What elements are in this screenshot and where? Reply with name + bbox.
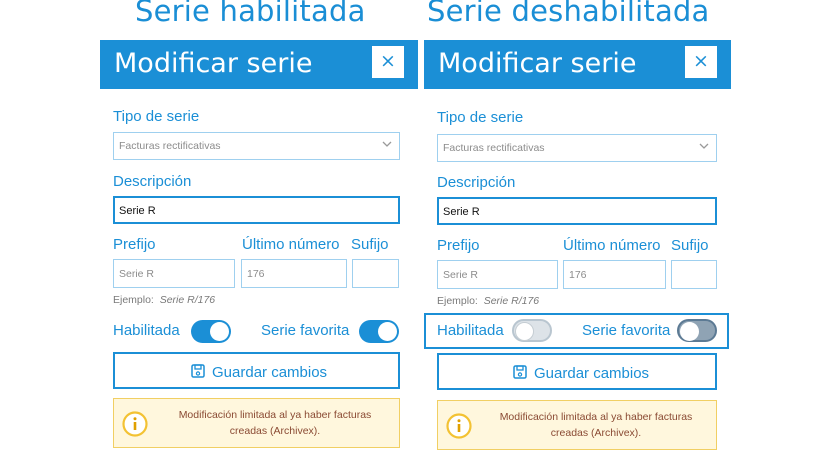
alert-text: Modificación limitada al ya haber factur… <box>178 409 372 437</box>
toggle-knob <box>210 322 229 341</box>
tipo-select-value: Facturas rectificativas <box>443 142 545 154</box>
save-button-label: Guardar cambios <box>534 365 650 382</box>
habilitada-label: Habilitada <box>437 322 504 339</box>
chevron-down-icon <box>699 143 709 149</box>
close-icon: × <box>380 50 396 72</box>
favorita-toggle[interactable] <box>359 320 399 343</box>
descripcion-value: Serie R <box>443 206 480 218</box>
example-value: Serie R/176 <box>159 294 216 306</box>
info-icon <box>122 411 148 437</box>
habilitada-toggle[interactable] <box>512 319 552 342</box>
favorita-label: Serie favorita <box>261 322 350 339</box>
descripcion-label: Descripción <box>437 174 516 191</box>
descripcion-input[interactable]: Serie R <box>437 197 717 225</box>
toggle-knob <box>515 322 534 341</box>
save-icon <box>191 364 205 378</box>
habilitada-label: Habilitada <box>113 322 180 339</box>
example-value: Serie R/176 <box>483 295 540 307</box>
prefijo-label: Prefijo <box>113 236 156 253</box>
example-text: Ejemplo: Serie R/176 <box>437 295 539 307</box>
tipo-select-value: Facturas rectificativas <box>119 140 221 152</box>
ultimo-numero-input[interactable]: 176 <box>563 260 666 289</box>
favorita-toggle[interactable] <box>677 319 717 342</box>
close-button[interactable]: × <box>372 46 404 78</box>
chevron-down-icon <box>382 141 392 147</box>
toggle-knob <box>680 322 699 341</box>
ultimo-numero-label: Último número <box>242 236 340 253</box>
favorita-label: Serie favorita <box>582 322 671 339</box>
tipo-select[interactable]: Facturas rectificativas <box>437 134 717 162</box>
example-text: Ejemplo: Serie R/176 <box>113 294 215 306</box>
save-icon <box>513 365 527 379</box>
sufijo-label: Sufijo <box>351 236 389 253</box>
alert-text: Modificación limitada al ya haber factur… <box>499 411 693 439</box>
ultimo-numero-value: 176 <box>569 269 587 281</box>
sufijo-input[interactable] <box>352 259 399 288</box>
ultimo-numero-label: Último número <box>563 237 661 254</box>
toggle-knob <box>378 322 397 341</box>
ultimo-numero-value: 176 <box>247 268 265 280</box>
toggle-row: Habilitada Serie favorita <box>100 316 418 348</box>
dialog-enabled: Modificar serie × Tipo de serie Facturas… <box>100 40 418 460</box>
example-prefix: Ejemplo: <box>113 294 154 306</box>
prefijo-value: Serie R <box>443 269 479 281</box>
heading-disabled: Serie deshabilitada <box>427 0 710 28</box>
descripcion-label: Descripción <box>113 173 192 190</box>
warning-alert: Modificación limitada al ya haber factur… <box>437 400 717 450</box>
dialog-header: Modificar serie × <box>424 40 731 89</box>
tipo-label: Tipo de serie <box>113 108 200 125</box>
info-icon <box>446 413 472 439</box>
dialog-disabled: Modificar serie × Tipo de serie Facturas… <box>424 40 731 460</box>
sufijo-label: Sufijo <box>671 237 709 254</box>
ultimo-numero-input[interactable]: 176 <box>241 259 347 288</box>
sufijo-input[interactable] <box>671 260 717 289</box>
dialog-title: Modificar serie <box>114 48 313 79</box>
toggle-row: Habilitada Serie favorita <box>424 313 742 349</box>
tipo-label: Tipo de serie <box>437 109 524 126</box>
warning-alert: Modificación limitada al ya haber factur… <box>113 398 400 448</box>
prefijo-input[interactable]: Serie R <box>113 259 235 288</box>
example-prefix: Ejemplo: <box>437 295 478 307</box>
tipo-select[interactable]: Facturas rectificativas <box>113 132 400 160</box>
save-button-label: Guardar cambios <box>212 364 328 381</box>
save-button[interactable]: Guardar cambios <box>437 353 717 390</box>
dialog-header: Modificar serie × <box>100 40 418 89</box>
descripcion-value: Serie R <box>119 205 156 217</box>
close-button[interactable]: × <box>685 46 717 78</box>
prefijo-label: Prefijo <box>437 237 480 254</box>
close-icon: × <box>693 50 709 72</box>
dialog-title: Modificar serie <box>438 48 637 79</box>
save-button[interactable]: Guardar cambios <box>113 352 400 389</box>
heading-enabled: Serie habilitada <box>135 0 366 28</box>
prefijo-input[interactable]: Serie R <box>437 260 558 289</box>
habilitada-toggle[interactable] <box>191 320 231 343</box>
prefijo-value: Serie R <box>119 268 155 280</box>
descripcion-input[interactable]: Serie R <box>113 196 400 224</box>
